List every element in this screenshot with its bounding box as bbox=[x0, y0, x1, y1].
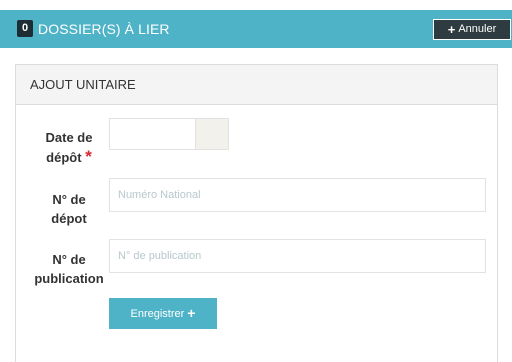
plus-icon: + bbox=[447, 22, 456, 37]
cancel-button-label: Annuler bbox=[458, 23, 497, 35]
single-add-panel: AJOUT UNITAIRE Date de dépôt * N° de dép… bbox=[15, 64, 498, 362]
depot-number-label: N° de dépot bbox=[51, 192, 87, 226]
save-button-label: Enregistrer bbox=[130, 307, 185, 320]
top-bar: 0 DOSSIER(S) À LIER + Annuler bbox=[0, 10, 512, 48]
publication-number-input[interactable] bbox=[109, 239, 486, 273]
panel-title: AJOUT UNITAIRE bbox=[16, 65, 497, 105]
linked-count-badge: 0 bbox=[17, 20, 33, 37]
save-button[interactable]: Enregistrer + bbox=[109, 298, 217, 329]
required-marker: * bbox=[85, 147, 92, 166]
publication-number-label: N° de publication bbox=[34, 252, 104, 286]
calendar-addon-button[interactable] bbox=[195, 118, 229, 150]
date-field[interactable] bbox=[109, 118, 195, 150]
date-label: Date de dépôt * bbox=[45, 130, 93, 166]
plus-icon: + bbox=[187, 305, 196, 321]
cancel-button[interactable]: + Annuler bbox=[433, 19, 511, 40]
page-title: DOSSIER(S) À LIER bbox=[38, 21, 170, 37]
depot-number-input[interactable] bbox=[109, 178, 486, 212]
